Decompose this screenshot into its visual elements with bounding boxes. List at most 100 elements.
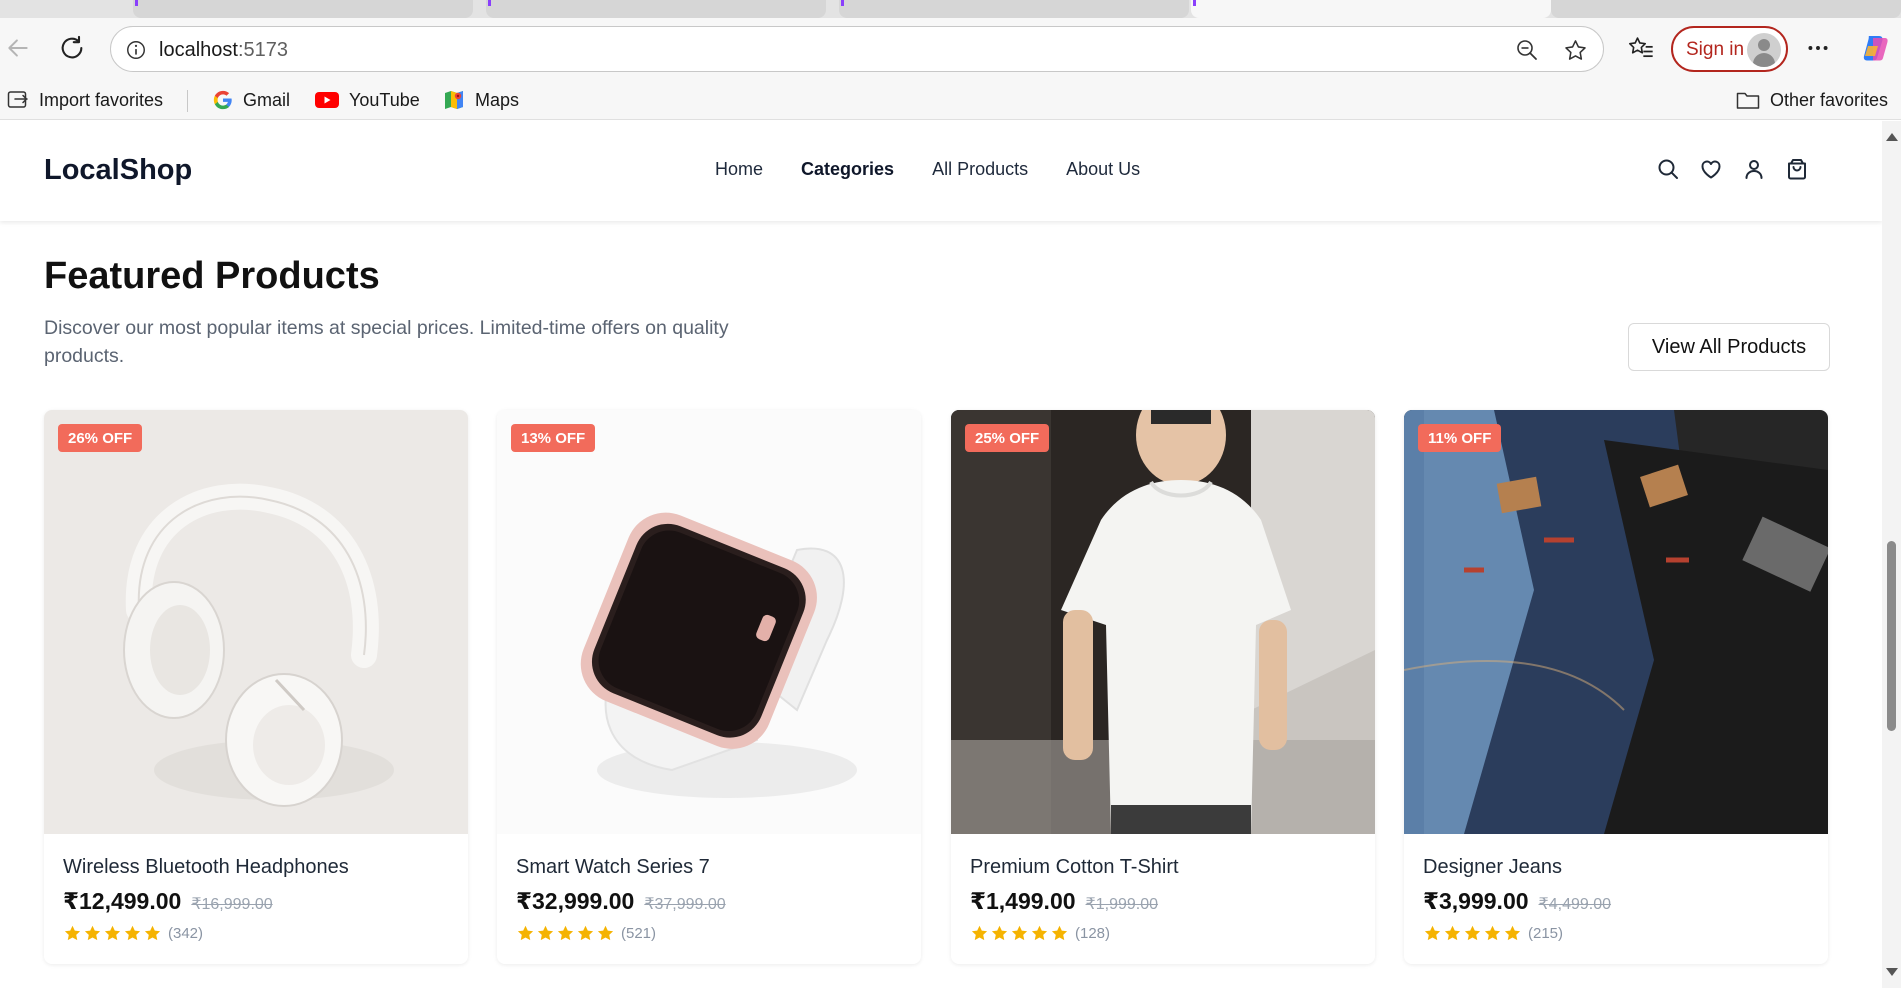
back-button[interactable] (0, 30, 36, 66)
product-name[interactable]: Designer Jeans (1423, 856, 1562, 879)
tab-favicon-icon (1193, 0, 1196, 6)
import-favorites-label: Import favorites (39, 89, 164, 110)
browser-tab-active[interactable] (1191, 0, 1551, 18)
view-all-products-button[interactable]: View All Products (1628, 323, 1830, 371)
star-icon (84, 925, 101, 941)
favorite-label: YouTube (349, 89, 420, 110)
product-image-jeans[interactable]: 11% OFF (1404, 410, 1828, 834)
star-icon (1011, 925, 1028, 941)
star-icon (1484, 925, 1501, 941)
price-row: ₹1,499.00 ₹1,999.00 (970, 888, 1158, 915)
favorites-button[interactable] (1623, 30, 1659, 66)
favorite-maps[interactable]: Maps (442, 88, 519, 112)
original-price: ₹37,999.00 (644, 896, 726, 913)
star-icon (597, 925, 614, 941)
copilot-button[interactable] (1857, 30, 1893, 66)
product-price: ₹3,999.00 (1423, 888, 1529, 914)
product-name[interactable]: Wireless Bluetooth Headphones (63, 856, 349, 879)
star-icon (1464, 925, 1481, 941)
folder-icon (1736, 92, 1760, 109)
product-card[interactable]: 26% OFF Wireless Bluetooth Headphones ₹1… (44, 410, 468, 964)
product-price: ₹12,499.00 (63, 888, 182, 914)
nav-home[interactable]: Home (715, 159, 763, 180)
browser-tab[interactable] (1551, 0, 1901, 18)
tab-favicon-icon (841, 0, 844, 6)
favorite-gmail[interactable]: Gmail (212, 88, 290, 112)
price-row: ₹32,999.00 ₹37,999.00 (516, 888, 726, 915)
review-count: (215) (1528, 925, 1564, 942)
maps-icon (445, 91, 463, 109)
favorite-label: Gmail (243, 89, 291, 110)
nav-all-products[interactable]: All Products (932, 159, 1028, 180)
star-icon (1504, 925, 1521, 941)
product-image-smartwatch[interactable]: 13% OFF (497, 410, 921, 834)
sign-in-label: Sign in (1686, 39, 1745, 60)
star-icon (1031, 925, 1048, 941)
favorite-label: Maps (475, 89, 520, 110)
import-favorites-button[interactable]: Import favorites (6, 88, 163, 112)
discount-badge: 26% OFF (58, 424, 143, 452)
nav-about-us[interactable]: About Us (1066, 159, 1140, 180)
review-count: (521) (621, 925, 657, 942)
tab-favicon-icon (135, 0, 138, 6)
more-icon (1808, 46, 1828, 50)
back-icon (8, 39, 28, 57)
discount-badge: 11% OFF (1418, 424, 1502, 452)
browser-tab[interactable] (839, 0, 1189, 18)
star-icon (144, 925, 161, 941)
original-price: ₹1,999.00 (1085, 896, 1159, 913)
info-icon[interactable] (125, 39, 147, 66)
shopping-bag-icon[interactable] (1785, 157, 1809, 181)
scroll-up-arrow-icon[interactable] (1886, 133, 1898, 141)
url-text[interactable]: localhost:5173 (159, 39, 288, 62)
rating-row: (342) (63, 924, 203, 943)
header-actions (1656, 157, 1809, 181)
import-icon (7, 91, 28, 108)
star-icon (1424, 925, 1441, 941)
nav-categories[interactable]: Categories (801, 159, 894, 180)
review-count: (128) (1075, 925, 1111, 942)
page-scrollbar[interactable] (1882, 121, 1901, 988)
url-port: :5173 (237, 39, 288, 61)
product-card[interactable]: 11% OFF Designer Jeans ₹3,999.00 ₹4,499.… (1404, 410, 1828, 964)
product-price: ₹32,999.00 (516, 888, 635, 914)
scrollbar-thumb[interactable] (1887, 541, 1896, 731)
product-card[interactable]: 13% OFF Smart Watch Series 7 ₹32,999.00 … (497, 410, 921, 964)
address-bar-row: localhost:5173 Sign in (0, 18, 1901, 80)
browser-tab[interactable] (486, 0, 826, 18)
url-host: localhost (159, 39, 238, 61)
address-bar[interactable]: localhost:5173 (110, 26, 1604, 72)
search-icon[interactable] (1656, 157, 1680, 181)
browser-tab[interactable] (133, 0, 473, 18)
scroll-down-arrow-icon[interactable] (1886, 968, 1898, 976)
price-row: ₹12,499.00 ₹16,999.00 (63, 888, 273, 915)
more-button[interactable] (1800, 30, 1836, 66)
zoom-out-icon[interactable] (1515, 38, 1539, 67)
favorite-youtube[interactable]: YouTube (314, 88, 420, 112)
favorites-list-icon (1628, 37, 1653, 58)
sign-in-button[interactable]: Sign in (1671, 26, 1788, 72)
product-name[interactable]: Smart Watch Series 7 (516, 856, 710, 879)
site-header: LocalShop Home Categories All Products A… (0, 121, 1882, 221)
star-icon (557, 925, 574, 941)
star-icon (124, 925, 141, 941)
product-card[interactable]: 25% OFF Premium Cotton T-Shirt ₹1,499.00… (951, 410, 1375, 964)
star-icon (971, 925, 988, 941)
rating-stars (63, 924, 162, 943)
featured-title: Featured Products (44, 255, 380, 297)
site-logo[interactable]: LocalShop (44, 154, 192, 187)
other-favorites-button[interactable]: Other favorites (1735, 88, 1888, 112)
reload-button[interactable] (54, 30, 90, 66)
heart-icon[interactable] (1699, 157, 1723, 181)
youtube-icon (315, 92, 339, 108)
user-icon[interactable] (1742, 157, 1766, 181)
main-nav: Home Categories All Products About Us (715, 159, 1178, 180)
tab-strip (0, 0, 1901, 18)
product-name[interactable]: Premium Cotton T-Shirt (970, 856, 1179, 879)
review-count: (342) (168, 925, 204, 942)
favorite-star-icon[interactable] (1563, 38, 1588, 68)
rating-stars (1423, 924, 1522, 943)
tab-favicon-icon (488, 0, 491, 6)
product-image-tshirt[interactable]: 25% OFF (951, 410, 1375, 834)
product-image-headphones[interactable]: 26% OFF (44, 410, 468, 834)
